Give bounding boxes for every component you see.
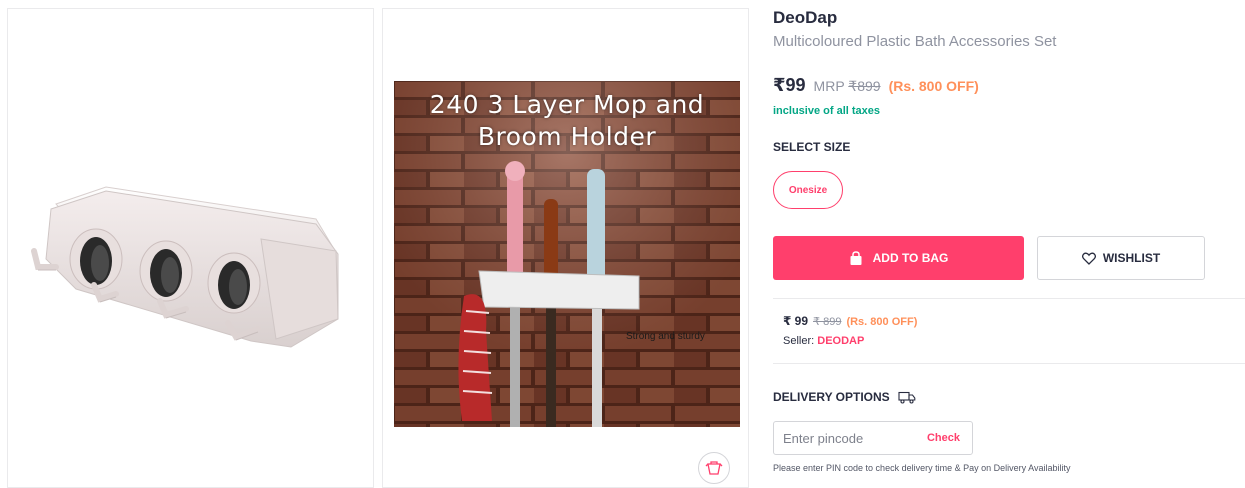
product-image-1[interactable] [7, 8, 374, 488]
seller-price-row: ₹ 99 ₹ 899 (Rs. 800 OFF) [783, 314, 917, 328]
bag-icon [850, 250, 862, 265]
delivery-options-label: DELIVERY OPTIONS [773, 390, 890, 404]
brand-name: DeoDap [773, 8, 838, 27]
mrp: MRP ₹899 [814, 78, 881, 95]
similar-products-icon [705, 461, 723, 475]
delivery-options-heading: DELIVERY OPTIONS [773, 390, 916, 404]
view-similar-button[interactable] [698, 452, 730, 484]
seller-selling-price: ₹ 99 [783, 314, 809, 328]
seller-discount: (Rs. 800 OFF) [846, 316, 918, 328]
pincode-input[interactable] [783, 430, 913, 446]
discount-text: (Rs. 800 OFF) [888, 78, 979, 94]
seller-mrp: ₹ 899 [813, 316, 842, 328]
product-title: Multicoloured Plastic Bath Accessories S… [773, 33, 1057, 50]
divider [773, 363, 1245, 364]
select-size-heading: SELECT SIZE [773, 140, 851, 154]
seller-row: Seller: DEODAP [783, 335, 864, 347]
size-option-onesize[interactable]: Onesize [773, 171, 843, 209]
photo-title-line-2: Broom Holder [477, 122, 657, 151]
photo-title: 240 3 Layer Mop and Broom Holder [394, 89, 740, 153]
tax-note: inclusive of all taxes [773, 105, 880, 117]
add-to-bag-label: ADD TO BAG [872, 251, 949, 265]
price-row: ₹99 MRP ₹899 (Rs. 800 OFF) [773, 75, 979, 96]
mop-holder-illustration [31, 186, 339, 348]
check-pincode-button[interactable]: Check [927, 432, 960, 444]
wishlist-label: WISHLIST [1102, 251, 1161, 265]
pincode-help-text: Please enter PIN code to check delivery … [773, 463, 1071, 473]
truck-icon [898, 391, 916, 404]
photo-caption: Strong and sturdy [626, 331, 705, 342]
mrp-value: ₹899 [848, 78, 881, 94]
add-to-bag-button[interactable]: ADD TO BAG [773, 236, 1024, 280]
selling-price: ₹99 [773, 75, 806, 95]
brick-wall-photo: 240 3 Layer Mop and Broom Holder Strong … [394, 81, 740, 427]
pincode-box: Check [773, 421, 973, 455]
seller-label: Seller: [783, 335, 815, 347]
photo-title-line-1: 240 3 Layer Mop and [429, 90, 705, 119]
seller-name-link[interactable]: DEODAP [817, 335, 864, 347]
wishlist-button[interactable]: WISHLIST [1037, 236, 1205, 280]
heart-icon [1081, 252, 1096, 265]
mrp-label: MRP [813, 78, 845, 94]
divider [773, 298, 1245, 299]
product-image-2[interactable]: 240 3 Layer Mop and Broom Holder Strong … [382, 8, 749, 488]
